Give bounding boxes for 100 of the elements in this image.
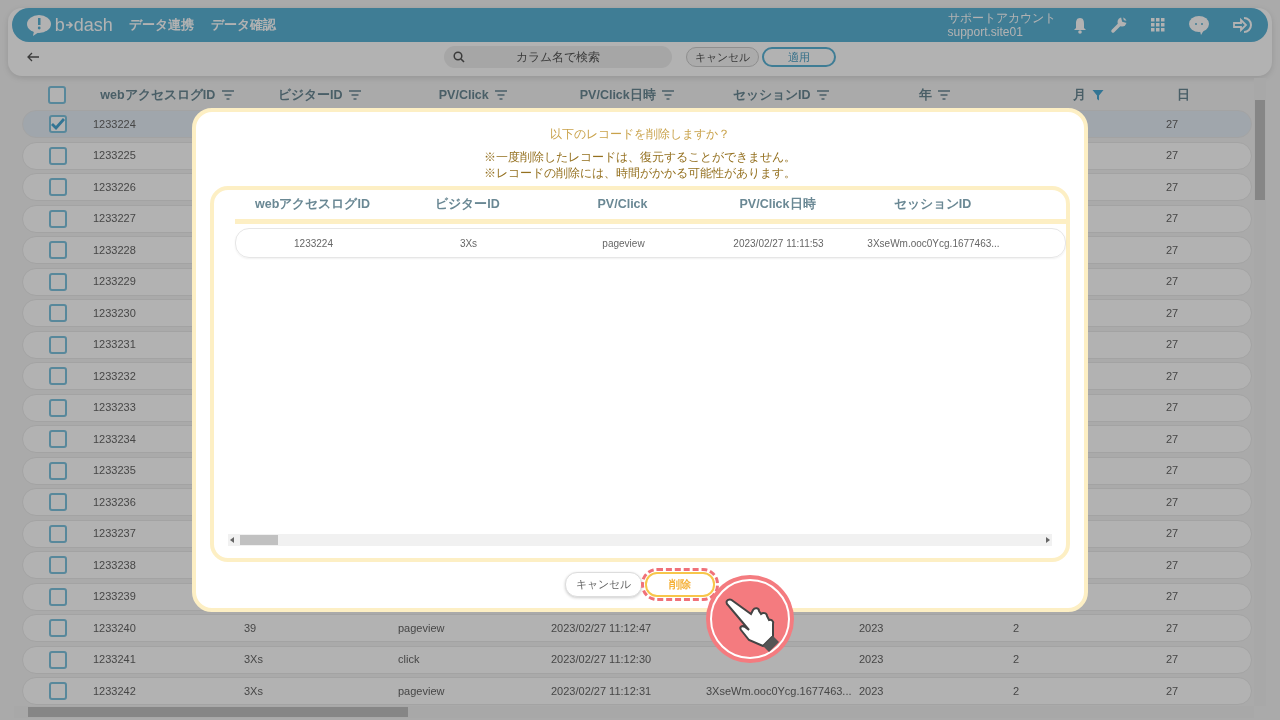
table-cell: 27 [1166, 495, 1179, 508]
filter-icon[interactable] [937, 89, 952, 101]
cancel-button[interactable]: キャンセル [565, 572, 643, 597]
arrow-icon [64, 20, 74, 30]
table-cell: 27 [1166, 369, 1179, 382]
table-row[interactable]: 1233241 3Xs click 2023/02/27 11:12:30 2023 2 27 [22, 645, 1252, 674]
scrollbar[interactable] [228, 534, 1052, 547]
table-cell: 1233239 [93, 590, 136, 603]
checkbox[interactable] [49, 304, 67, 322]
filter-icon[interactable] [348, 89, 362, 101]
filter-icon[interactable] [494, 89, 509, 101]
back-arrow-icon[interactable] [26, 52, 40, 62]
checkbox[interactable] [49, 178, 67, 196]
filter-icon[interactable] [220, 89, 235, 101]
table-cell: 1233224 [93, 117, 136, 130]
table-cell: 1233231 [93, 338, 136, 351]
table-cell: 1233241 [93, 653, 136, 666]
table-cell: 27 [1166, 401, 1179, 414]
scroll-left-icon[interactable] [228, 536, 236, 545]
table-cell: 1233227 [93, 212, 136, 225]
table-cell: 3XseWm.ooc0Ycg.1677463... [706, 684, 852, 697]
column-header: ビジターID [278, 86, 343, 104]
checkbox[interactable] [49, 430, 67, 448]
cancel-button[interactable]: キャンセル [686, 46, 759, 68]
table-cell: pageview [398, 621, 445, 634]
table-cell: 27 [1166, 653, 1179, 666]
table-cell: 27 [1166, 558, 1179, 571]
table-cell: 1233236 [93, 495, 136, 508]
checkbox[interactable] [49, 335, 67, 354]
table-row[interactable]: 1233240 39 pageview 2023/02/27 11:12:47 2023 2 27 [22, 614, 1252, 642]
table-cell: 39 [244, 621, 257, 634]
login-icon[interactable] [1232, 16, 1254, 34]
checkbox[interactable] [49, 493, 67, 511]
column-header: PV/Click [438, 86, 489, 104]
table-cell: 27 [1166, 149, 1179, 162]
wrench-icon[interactable] [1110, 16, 1128, 34]
table-cell: 27 [1166, 212, 1179, 225]
logo-bubble-icon [26, 14, 52, 36]
table-row[interactable]: 1233242 3Xs pageview 2023/02/27 11:12:31 3XseWm.ooc0Ycg.1677463... 2023 2 27 [22, 677, 1252, 705]
checkbox[interactable] [49, 398, 67, 417]
column-header: webアクセスログID [100, 86, 216, 104]
checkbox[interactable] [49, 146, 67, 165]
table-cell: 27 [1166, 621, 1179, 634]
table-cell: 2023/02/27 11:12:31 [551, 684, 652, 697]
table-cell-text: 2023/02/27 11:11:53 [732, 236, 825, 251]
scroll-right-icon[interactable] [1044, 536, 1052, 545]
table-cell: 27 [1166, 275, 1179, 288]
table-cell: 27 [1166, 180, 1179, 193]
grid-icon[interactable] [1150, 17, 1166, 33]
scroll-thumb[interactable] [28, 707, 408, 717]
check-icon [51, 118, 65, 130]
table-cell: 27 [1166, 243, 1179, 256]
checkbox[interactable] [49, 115, 67, 133]
scroll-thumb[interactable] [240, 535, 278, 546]
checkbox[interactable] [49, 587, 67, 606]
checkbox[interactable] [49, 461, 67, 480]
table-cell: 1233229 [93, 275, 136, 288]
column-header: 年 [918, 86, 932, 104]
filter-icon[interactable] [661, 89, 676, 101]
table-cell: 27 [1166, 306, 1179, 319]
checkbox[interactable] [49, 524, 67, 543]
table-cell: 1233226 [93, 180, 136, 193]
table-cell: 27 [1166, 432, 1179, 445]
search-field[interactable]: カラム名で検索 [444, 46, 672, 68]
dialog-title: 以下のレコードを削除しますか？ [549, 127, 731, 142]
table-cell: 2023/02/27 11:12:47 [551, 621, 652, 634]
table-cell: 1233242 [93, 684, 136, 697]
table-cell: 1233238 [93, 558, 136, 571]
scroll-thumb[interactable] [1255, 100, 1265, 200]
table-cell: 27 [1166, 684, 1179, 697]
apply-button[interactable]: 適用 [761, 46, 836, 68]
table-cell-text: 1233224 [293, 236, 334, 251]
table-cell: click [398, 653, 420, 666]
checkbox[interactable] [49, 619, 67, 637]
checkbox[interactable] [49, 209, 67, 228]
bell-icon[interactable] [1072, 16, 1088, 34]
checkbox[interactable] [49, 241, 67, 259]
table-cell-text: 3Xs [458, 236, 479, 251]
table-cell: 2023 [859, 621, 884, 634]
column-header: webアクセスログID [254, 196, 371, 214]
filter-icon[interactable] [816, 89, 830, 101]
warning-text: ※レコードの削除には、時間がかかる可能性があります。 [483, 164, 797, 181]
checkbox[interactable] [49, 556, 67, 574]
column-header: 月 [1073, 86, 1087, 104]
checkbox[interactable] [49, 272, 67, 291]
funnel-icon[interactable] [1091, 89, 1104, 101]
table-cell: 2023 [859, 684, 884, 697]
checkbox[interactable] [49, 650, 67, 669]
table-cell: 27 [1166, 590, 1179, 603]
table-cell: 2023 [859, 653, 884, 666]
checkbox[interactable] [48, 86, 66, 104]
table-cell: 3Xs [244, 684, 263, 697]
logo-text: dash [73, 13, 113, 37]
column-header: セッションID [733, 86, 811, 104]
checkbox[interactable] [49, 367, 67, 385]
table-cell: 1233228 [93, 243, 136, 256]
checkbox[interactable] [49, 682, 67, 700]
table-cell: pageview [398, 684, 445, 697]
column-header: PV/Click日時 [579, 86, 656, 104]
chat-bubble-icon[interactable] [1188, 15, 1210, 35]
